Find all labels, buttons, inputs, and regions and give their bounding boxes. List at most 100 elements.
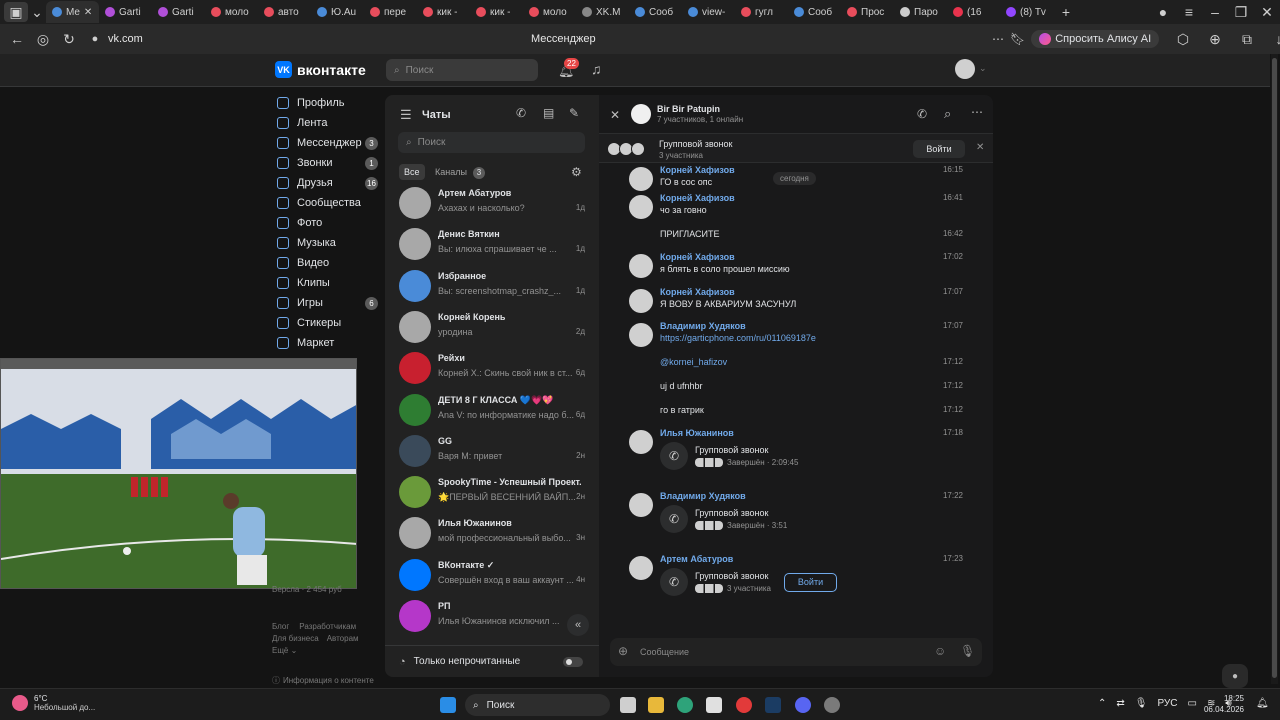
message-avatar[interactable] bbox=[629, 254, 653, 278]
alice-button[interactable]: Спросить Алису AI bbox=[1031, 30, 1160, 48]
chat-list-item[interactable]: Денис Вяткин Вы: илюха спрашивает че ...… bbox=[385, 224, 599, 265]
phone-icon[interactable]: ✆ bbox=[917, 107, 927, 121]
extension-icon[interactable]: ⬡ bbox=[1170, 26, 1196, 52]
nav-item[interactable]: Профиль bbox=[277, 93, 377, 113]
message-text[interactable]: https://garticphone.com/ru/011069187e bbox=[660, 333, 816, 343]
close-icon[interactable]: ✕ bbox=[976, 142, 984, 153]
page-scrollbar[interactable] bbox=[1271, 54, 1278, 684]
chat-list-item[interactable]: SpookyTime - Успешный Проект. 🌟ПЕРВЫЙ ВЕ… bbox=[385, 472, 599, 513]
message-author[interactable]: Владимир Худяков bbox=[660, 321, 746, 331]
collections-icon[interactable]: ⧉ bbox=[1234, 26, 1260, 52]
notifications-button[interactable]: 🔔︎ 22 bbox=[558, 58, 579, 79]
vk-search-input[interactable]: ⌕ Поиск bbox=[386, 59, 538, 81]
reload-button[interactable]: ↻ bbox=[56, 26, 82, 52]
nav-item[interactable]: Звонки 1 bbox=[277, 153, 378, 173]
nav-item[interactable]: Мессенджер 3 bbox=[277, 133, 378, 153]
chevron-down-icon[interactable]: ⌄ bbox=[979, 63, 987, 74]
filter-channels-tab[interactable]: Каналы bbox=[435, 167, 467, 177]
yandex-browser-icon[interactable] bbox=[736, 697, 752, 713]
vk-logo[interactable]: VK вконтакте bbox=[275, 61, 366, 78]
emoji-icon[interactable]: ☺ bbox=[934, 644, 946, 658]
back-button[interactable]: ← bbox=[4, 26, 30, 52]
message-avatar[interactable] bbox=[629, 167, 653, 191]
unread-toggle[interactable] bbox=[563, 656, 583, 667]
settings-app-icon[interactable] bbox=[824, 697, 840, 713]
footer-link-authors[interactable]: Авторам bbox=[327, 634, 359, 643]
browser-tab[interactable]: XK.M bbox=[576, 1, 629, 23]
footer-link-business[interactable]: Для бизнеса bbox=[272, 634, 319, 643]
url-text[interactable]: vk.com bbox=[108, 33, 143, 45]
nav-item[interactable]: Стикеры bbox=[277, 313, 377, 333]
message-avatar[interactable] bbox=[629, 493, 653, 517]
chat-list-item[interactable]: Рейхи Корней Х.: Скинь свой ник в ст... … bbox=[385, 348, 599, 389]
network-icon[interactable]: ⇄ bbox=[1116, 698, 1124, 709]
call-phone-icon[interactable]: ✆ bbox=[660, 442, 688, 470]
microphone-icon[interactable]: 🎙︎ bbox=[960, 644, 975, 658]
taskbar-search[interactable]: ⌕ Поиск bbox=[465, 694, 610, 716]
chat-list-item[interactable]: Избранное Вы: screenshotmap_crashz_... 1… bbox=[385, 266, 599, 307]
browser-tab[interactable]: кик - bbox=[470, 1, 523, 23]
message-avatar[interactable] bbox=[629, 323, 653, 347]
edge-icon[interactable] bbox=[677, 697, 693, 713]
discord-icon[interactable] bbox=[795, 697, 811, 713]
more-icon[interactable]: ⋯ bbox=[971, 105, 983, 119]
browser-tab[interactable]: моло bbox=[205, 1, 258, 23]
browser-tab[interactable]: авто bbox=[258, 1, 311, 23]
message-author[interactable]: Корней Хафизов bbox=[660, 287, 735, 297]
collapse-button[interactable]: « bbox=[567, 614, 589, 636]
message-author[interactable]: Корней Хафизов bbox=[660, 252, 735, 262]
minimize-button[interactable]: – bbox=[1202, 0, 1228, 25]
nav-item[interactable]: Фото bbox=[277, 213, 377, 233]
browser-tab[interactable]: Ю.Au bbox=[311, 1, 364, 23]
steam-icon[interactable] bbox=[765, 697, 781, 713]
nav-item[interactable]: Маркет bbox=[277, 333, 377, 353]
browser-tab[interactable]: (16 bbox=[947, 1, 1000, 23]
nav-item[interactable]: Лента bbox=[277, 113, 377, 133]
compose-icon[interactable]: ✎ bbox=[569, 106, 579, 120]
store-icon[interactable] bbox=[706, 697, 722, 713]
close-window-button[interactable]: ✕ bbox=[1254, 0, 1280, 25]
browser-tab[interactable]: гугл bbox=[735, 1, 788, 23]
close-icon[interactable]: ✕ bbox=[610, 108, 620, 122]
chat-list-item[interactable]: Корней Корень уродина 2д bbox=[385, 307, 599, 348]
attach-icon[interactable]: ⊕ bbox=[618, 644, 628, 658]
browser-tab[interactable]: Me ✕ bbox=[46, 1, 99, 23]
chat-list-item[interactable]: ДЕТИ 8 Г КЛАССА 💙💗💖 Ana V: по информатик… bbox=[385, 390, 599, 431]
browser-tab[interactable]: моло bbox=[523, 1, 576, 23]
language-indicator[interactable]: РУС bbox=[1157, 698, 1177, 709]
call-phone-icon[interactable]: ✆ bbox=[660, 505, 688, 533]
browser-tab[interactable]: view- bbox=[682, 1, 735, 23]
nav-item[interactable]: Музыка bbox=[277, 233, 377, 253]
footer-link-more[interactable]: Ещё bbox=[272, 646, 288, 655]
footer-info-link[interactable]: Информация о контенте bbox=[283, 676, 374, 685]
join-call-button[interactable]: Войти bbox=[913, 140, 965, 158]
site-info-icon[interactable]: ● bbox=[82, 26, 108, 52]
screenshot-icon[interactable]: ⊕ bbox=[1202, 26, 1228, 52]
browser-tab[interactable]: Прос bbox=[841, 1, 894, 23]
browser-tab[interactable]: Garti bbox=[152, 1, 205, 23]
display-icon[interactable]: ▭ bbox=[1188, 698, 1197, 709]
browser-tab[interactable]: пере bbox=[364, 1, 417, 23]
join-call-button[interactable]: Войти bbox=[784, 573, 837, 592]
chat-bubble-button[interactable]: ● bbox=[1222, 664, 1248, 688]
hamburger-icon[interactable]: ☰ bbox=[400, 107, 412, 123]
new-tab-button[interactable]: + bbox=[1053, 0, 1079, 25]
archive-icon[interactable]: ▤ bbox=[543, 106, 554, 120]
settings-icon[interactable]: ⚙ bbox=[571, 165, 582, 179]
nav-item[interactable]: Клипы bbox=[277, 273, 377, 293]
message-avatar[interactable] bbox=[629, 430, 653, 454]
chat-list-item[interactable]: РП Илья Южанинов исключил ... 8 bbox=[385, 596, 599, 637]
conversation-title[interactable]: Bir Bir Patupin bbox=[657, 104, 720, 114]
message-author[interactable]: Владимир Худяков bbox=[660, 491, 746, 501]
message-input[interactable]: Сообщение bbox=[640, 647, 689, 657]
browser-tab[interactable]: (8) Tv bbox=[1000, 1, 1053, 23]
browser-tab[interactable]: Паро bbox=[894, 1, 947, 23]
chat-list-item[interactable]: Артем Абатуров Ахахах и насколько? 1д bbox=[385, 183, 599, 224]
chat-list-item[interactable]: GG Варя М: привет 2н bbox=[385, 431, 599, 472]
notification-bell-icon[interactable]: 🔔︎ bbox=[1256, 698, 1269, 709]
search-icon[interactable]: ⌕ bbox=[944, 106, 951, 122]
message-author[interactable]: Артем Абатуров bbox=[660, 554, 733, 564]
close-tab-icon[interactable]: ✕ bbox=[84, 7, 92, 18]
maximize-button[interactable]: ❐ bbox=[1228, 0, 1254, 25]
footer-link-blog[interactable]: Блог bbox=[272, 622, 289, 631]
